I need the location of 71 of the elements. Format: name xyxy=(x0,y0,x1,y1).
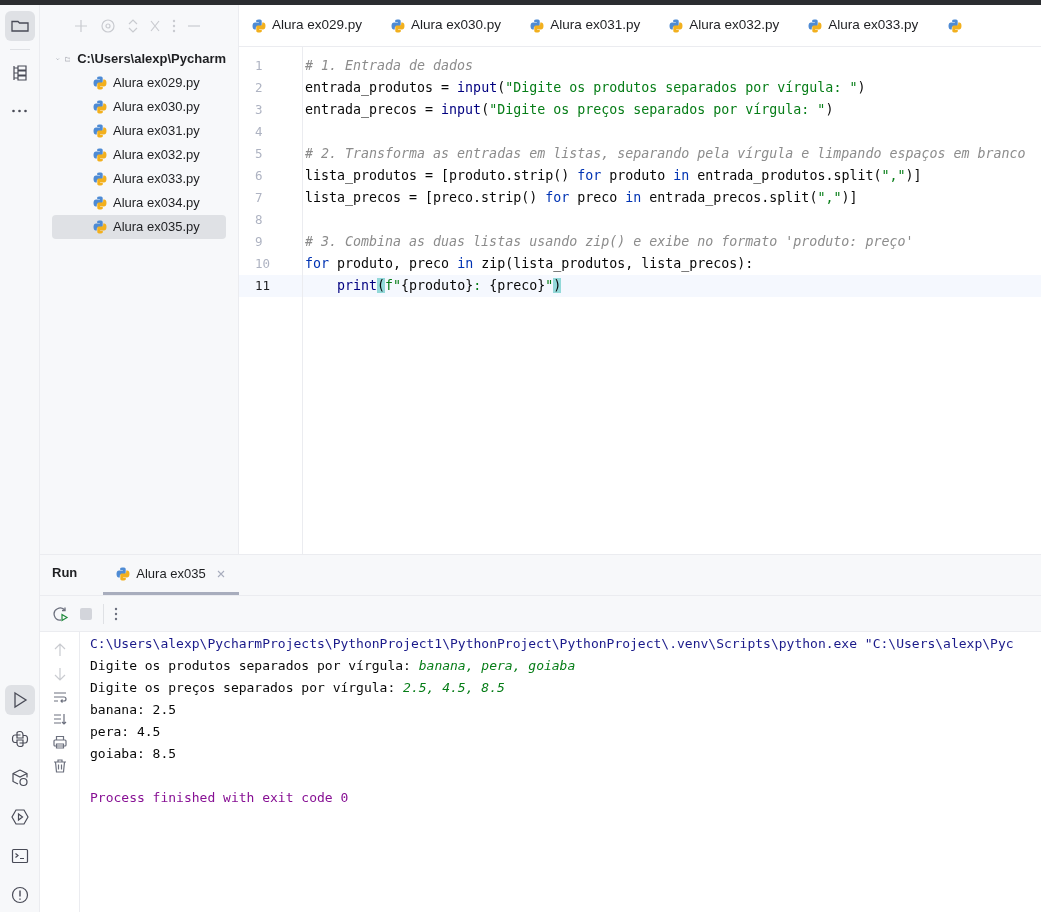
tree-file-item[interactable]: Alura ex031.py xyxy=(52,119,226,143)
console-input-text: banana, pera, goiaba xyxy=(418,657,576,675)
code-line: entrada_produtos = input("Digite os produtos separados por vírgula: ") xyxy=(305,80,866,95)
code-comment: # 3. Combina as duas listas usando zip() e exibe no formato 'produto: preço' xyxy=(305,234,914,249)
terminal-icon xyxy=(9,846,30,866)
editor-tab[interactable]: Alura ex030.py xyxy=(378,5,518,46)
code-line: lista_precos = [preco.strip() for preco in entrada_precos.split(",")] xyxy=(305,190,858,205)
console-output-text: C:\Users\alexp\PycharmProjects\PythonProject1\PythonProject\PythonProject\.venv\Scripts\python.exe "C:\Users\alexp\Pyc xyxy=(90,635,1014,653)
python-file-icon xyxy=(93,76,107,90)
rerun-icon[interactable] xyxy=(53,605,69,622)
console-input-text: 2.5, 4.5, 8.5 xyxy=(403,679,505,697)
line-number: 9 xyxy=(254,233,264,251)
editor-tab[interactable]: Alura ex032.py xyxy=(656,5,796,46)
run-tool-button[interactable] xyxy=(4,685,35,715)
line-number: 7 xyxy=(254,189,264,207)
soft-wrap-icon[interactable] xyxy=(52,691,67,703)
console-output-text: Digite os preços separados por vírgula: xyxy=(90,679,397,697)
python-file-icon xyxy=(948,18,963,33)
tree-file-item[interactable]: Alura ex033.py xyxy=(52,167,226,191)
python-file-icon xyxy=(93,196,107,210)
line-number: 8 xyxy=(254,211,264,229)
line-number: 2 xyxy=(254,79,264,97)
tree-file-item[interactable]: Alura ex029.py xyxy=(52,71,226,95)
print-icon[interactable] xyxy=(52,735,67,749)
scroll-to-end-icon[interactable] xyxy=(52,713,67,725)
warning-icon xyxy=(9,885,30,905)
folder-tool-button[interactable] xyxy=(4,11,35,41)
code-line: for produto, preco in zip(lista_produtos, lista_precos): xyxy=(305,256,754,271)
python-file-icon xyxy=(93,220,107,234)
python-file-icon xyxy=(391,18,406,33)
panel-title: Run xyxy=(52,563,78,582)
editor-tab[interactable]: Alura ex031.py xyxy=(517,5,657,46)
tree-file-item[interactable]: Alura ex034.py xyxy=(52,191,226,215)
python-file-icon xyxy=(93,148,107,162)
console-output-text: pera: 4.5 xyxy=(90,723,161,741)
python-file-icon xyxy=(93,100,107,114)
line-number: 5 xyxy=(254,145,264,163)
code-line: print(f"{produto}: {preco}") xyxy=(336,278,562,293)
python-file-icon xyxy=(808,18,823,33)
code-comment: # 1. Entrada de dados xyxy=(305,58,474,73)
services-icon xyxy=(9,807,30,827)
tree-file-item[interactable]: Alura ex030.py xyxy=(52,95,226,119)
python-icon xyxy=(9,729,30,749)
python-file-icon xyxy=(93,172,107,186)
python-file-icon xyxy=(93,124,107,138)
python-file-icon xyxy=(116,566,131,581)
tree-file-item[interactable]: Alura ex032.py xyxy=(52,143,226,167)
python-file-icon xyxy=(252,18,266,33)
code-comment: # 2. Transforma as entradas em listas, separando pela vírgula e limpando espaços em branco xyxy=(305,146,1026,161)
console-output-text: goiaba: 8.5 xyxy=(90,745,177,763)
python-file-icon xyxy=(669,18,684,33)
line-number: 10 xyxy=(254,255,272,273)
editor-tab[interactable]: Alura ex033.py xyxy=(795,5,935,46)
line-number: 11 xyxy=(239,275,302,297)
console-output-text: Process finished with exit code 0 xyxy=(90,789,349,807)
packages-icon xyxy=(9,768,30,788)
tree-folder-item[interactable]: C:\Users\alexp\Pycharm xyxy=(52,47,226,71)
more-icon[interactable] xyxy=(114,606,118,621)
code-line: lista_produtos = [produto.strip() for produto in entrada_produtos.split(",")] xyxy=(305,168,922,183)
console-output-text: banana: 2.5 xyxy=(90,701,177,719)
trash-icon[interactable] xyxy=(52,759,67,773)
code-line: entrada_precos = input("Digite os preços separados por vírgula: ") xyxy=(305,102,834,117)
line-number: 6 xyxy=(254,167,264,185)
line-number: 1 xyxy=(254,57,264,75)
more-icon xyxy=(12,109,27,113)
editor-tab[interactable]: Alura ex029.py xyxy=(239,5,379,46)
python-file-icon xyxy=(530,18,545,33)
tree-file-item[interactable]: Alura ex035.py xyxy=(52,215,226,239)
line-number: 3 xyxy=(254,101,264,119)
console-output-text: Digite os produtos separados por vírgula: xyxy=(90,657,412,675)
line-number: 4 xyxy=(254,123,264,141)
